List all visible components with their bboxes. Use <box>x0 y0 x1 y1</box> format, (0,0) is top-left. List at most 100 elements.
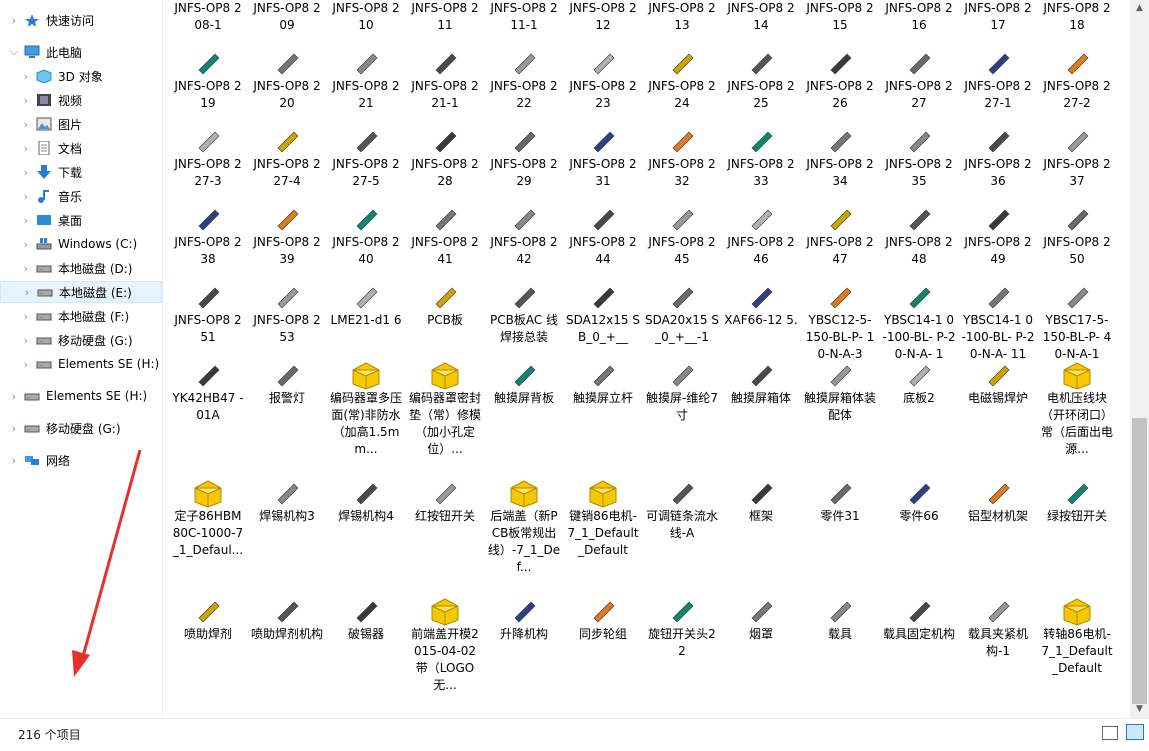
file-item[interactable]: JNFS-OP8 227 <box>880 40 958 112</box>
nav-item-15[interactable]: › Elements SE (H:) <box>0 385 162 407</box>
file-item[interactable]: JNFS-OP8 226 <box>801 40 879 112</box>
file-item[interactable]: JNFS-OP8 220 <box>248 40 326 112</box>
file-item[interactable]: 喷助焊剂 <box>169 588 247 643</box>
nav-item-4[interactable]: › 图片 <box>0 113 162 135</box>
file-item[interactable]: 定子86HBM80C-1000-7_1_Defaul... <box>169 470 247 559</box>
file-item[interactable]: JNFS-OP8 240 <box>327 196 405 268</box>
file-item[interactable]: JNFS-OP8 223 <box>564 40 642 112</box>
file-item[interactable]: 编码器罩密封垫（常）修模（加小孔定位）... <box>406 352 484 458</box>
large-icons-view-icon[interactable] <box>1126 724 1144 740</box>
file-item[interactable]: JNFS-OP8 208-1 <box>169 0 247 34</box>
vertical-scrollbar[interactable]: ▲ ▼ <box>1130 0 1149 718</box>
file-item[interactable]: 报警灯 <box>248 352 326 407</box>
file-item[interactable]: JNFS-OP8 213 <box>643 0 721 34</box>
file-item[interactable]: JNFS-OP8 251 <box>169 274 247 346</box>
chevron-right-icon[interactable]: › <box>20 214 32 227</box>
chevron-right-icon[interactable]: › <box>8 390 20 403</box>
file-item[interactable]: XAF66-12 5. <box>722 274 800 329</box>
file-item[interactable]: JNFS-OP8 211 <box>406 0 484 34</box>
file-item[interactable]: 转轴86电机-7_1_Default_Default <box>1038 588 1116 677</box>
file-item[interactable]: JNFS-OP8 231 <box>564 118 642 190</box>
file-item[interactable]: 升降机构 <box>485 588 563 643</box>
file-item[interactable]: JNFS-OP8 244 <box>564 196 642 268</box>
file-item[interactable]: JNFS-OP8 227-1 <box>959 40 1037 112</box>
nav-item-7[interactable]: › 音乐 <box>0 185 162 207</box>
file-item[interactable]: YBSC14-1 0-100-BL- P-20-N-A- 11 <box>959 274 1037 363</box>
chevron-right-icon[interactable]: › <box>8 14 20 27</box>
chevron-right-icon[interactable]: › <box>20 166 32 179</box>
file-item[interactable]: 电机压线块（开环闭口）常（后面出电源... <box>1038 352 1116 458</box>
nav-item-10[interactable]: › 本地磁盘 (D:) <box>0 257 162 279</box>
file-item[interactable]: 电磁锡焊炉 <box>959 352 1037 407</box>
file-item[interactable]: JNFS-OP8 227-5 <box>327 118 405 190</box>
file-item[interactable]: 喷助焊剂机构 <box>248 588 326 643</box>
file-item[interactable]: JNFS-OP8 217 <box>959 0 1037 34</box>
file-item[interactable]: JNFS-OP8 246 <box>722 196 800 268</box>
file-item[interactable]: JNFS-OP8 212 <box>564 0 642 34</box>
file-item[interactable]: JNFS-OP8 218 <box>1038 0 1116 34</box>
file-item[interactable]: 可调链条流水线-A <box>643 470 721 542</box>
details-view-icon[interactable] <box>1102 726 1118 740</box>
file-item[interactable]: JNFS-OP8 227-3 <box>169 118 247 190</box>
file-item[interactable]: JNFS-OP8 222 <box>485 40 563 112</box>
chevron-right-icon[interactable]: › <box>20 262 32 275</box>
file-item[interactable]: 编码器罩多压面(常)非防水（加高1.5mm... <box>327 352 405 458</box>
file-item[interactable]: JNFS-OP8 248 <box>880 196 958 268</box>
file-item[interactable]: 铝型材机架 <box>959 470 1037 525</box>
file-item[interactable]: YBSC14-1 0-100-BL- P-20-N-A- 1 <box>880 274 958 363</box>
chevron-down-icon[interactable]: ⌵ <box>8 45 20 59</box>
chevron-right-icon[interactable]: › <box>21 286 33 299</box>
file-item[interactable]: JNFS-OP8 216 <box>880 0 958 34</box>
nav-item-6[interactable]: › 下载 <box>0 161 162 183</box>
file-item[interactable]: 零件66 <box>880 470 958 525</box>
chevron-right-icon[interactable]: › <box>20 334 32 347</box>
file-item[interactable]: 载具 <box>801 588 879 643</box>
file-item[interactable]: 触摸屏背板 <box>485 352 563 407</box>
file-item[interactable]: 破锡器 <box>327 588 405 643</box>
file-item[interactable]: JNFS-OP8 238 <box>169 196 247 268</box>
file-item[interactable]: 底板2 <box>880 352 958 407</box>
file-item[interactable]: JNFS-OP8 237 <box>1038 118 1116 190</box>
file-item[interactable]: JNFS-OP8 250 <box>1038 196 1116 268</box>
chevron-right-icon[interactable]: › <box>20 142 32 155</box>
file-item[interactable]: JNFS-OP8 236 <box>959 118 1037 190</box>
chevron-right-icon[interactable]: › <box>8 454 20 467</box>
nav-item-12[interactable]: › 本地磁盘 (F:) <box>0 305 162 327</box>
chevron-right-icon[interactable]: › <box>20 70 32 83</box>
file-item[interactable]: JNFS-OP8 224 <box>643 40 721 112</box>
chevron-right-icon[interactable]: › <box>20 358 32 371</box>
nav-item-3[interactable]: › 视频 <box>0 89 162 111</box>
file-item[interactable]: JNFS-OP8 234 <box>801 118 879 190</box>
file-item[interactable]: YBSC12-5- 150-BL-P- 10-N-A-3 <box>801 274 879 363</box>
nav-item-16[interactable]: › 移动硬盘 (G:) <box>0 417 162 439</box>
chevron-right-icon[interactable]: › <box>8 422 20 435</box>
scrollbar-thumb[interactable] <box>1132 418 1147 704</box>
nav-item-2[interactable]: › 3D 对象 <box>0 65 162 87</box>
file-item[interactable]: JNFS-OP8 247 <box>801 196 879 268</box>
scroll-up-arrow-icon[interactable]: ▲ <box>1130 0 1149 17</box>
file-item[interactable]: JNFS-OP8 227-2 <box>1038 40 1116 112</box>
chevron-right-icon[interactable]: › <box>20 238 32 251</box>
file-item[interactable]: 焊锡机构4 <box>327 470 405 525</box>
chevron-right-icon[interactable]: › <box>20 118 32 131</box>
file-item[interactable]: JNFS-OP8 219 <box>169 40 247 112</box>
file-item[interactable]: 红按钮开关 <box>406 470 484 525</box>
file-item[interactable]: 焊锡机构3 <box>248 470 326 525</box>
file-item[interactable]: JNFS-OP8 215 <box>801 0 879 34</box>
scroll-down-arrow-icon[interactable]: ▼ <box>1130 701 1149 718</box>
nav-item-9[interactable]: › Windows (C:) <box>0 233 162 255</box>
file-item[interactable]: 载具夹紧机构-1 <box>959 588 1037 660</box>
file-item[interactable]: JNFS-OP8 235 <box>880 118 958 190</box>
file-item[interactable]: YK42HB47 -01A <box>169 352 247 424</box>
file-item[interactable]: 触摸屏箱体装配体 <box>801 352 879 424</box>
file-item[interactable]: 框架 <box>722 470 800 525</box>
file-item[interactable]: LME21-d1 6 <box>327 274 405 329</box>
file-item[interactable]: JNFS-OP8 225 <box>722 40 800 112</box>
file-item[interactable]: JNFS-OP8 245 <box>643 196 721 268</box>
file-item[interactable]: JNFS-OP8 233 <box>722 118 800 190</box>
file-item[interactable]: 旋钮开关头22 <box>643 588 721 660</box>
file-item[interactable]: YBSC17-5- 150-BL-P- 40-N-A-1 <box>1038 274 1116 363</box>
chevron-right-icon[interactable]: › <box>20 310 32 323</box>
file-item[interactable]: JNFS-OP8 229 <box>485 118 563 190</box>
file-item[interactable]: PCB板AC 线焊接总装 <box>485 274 563 346</box>
